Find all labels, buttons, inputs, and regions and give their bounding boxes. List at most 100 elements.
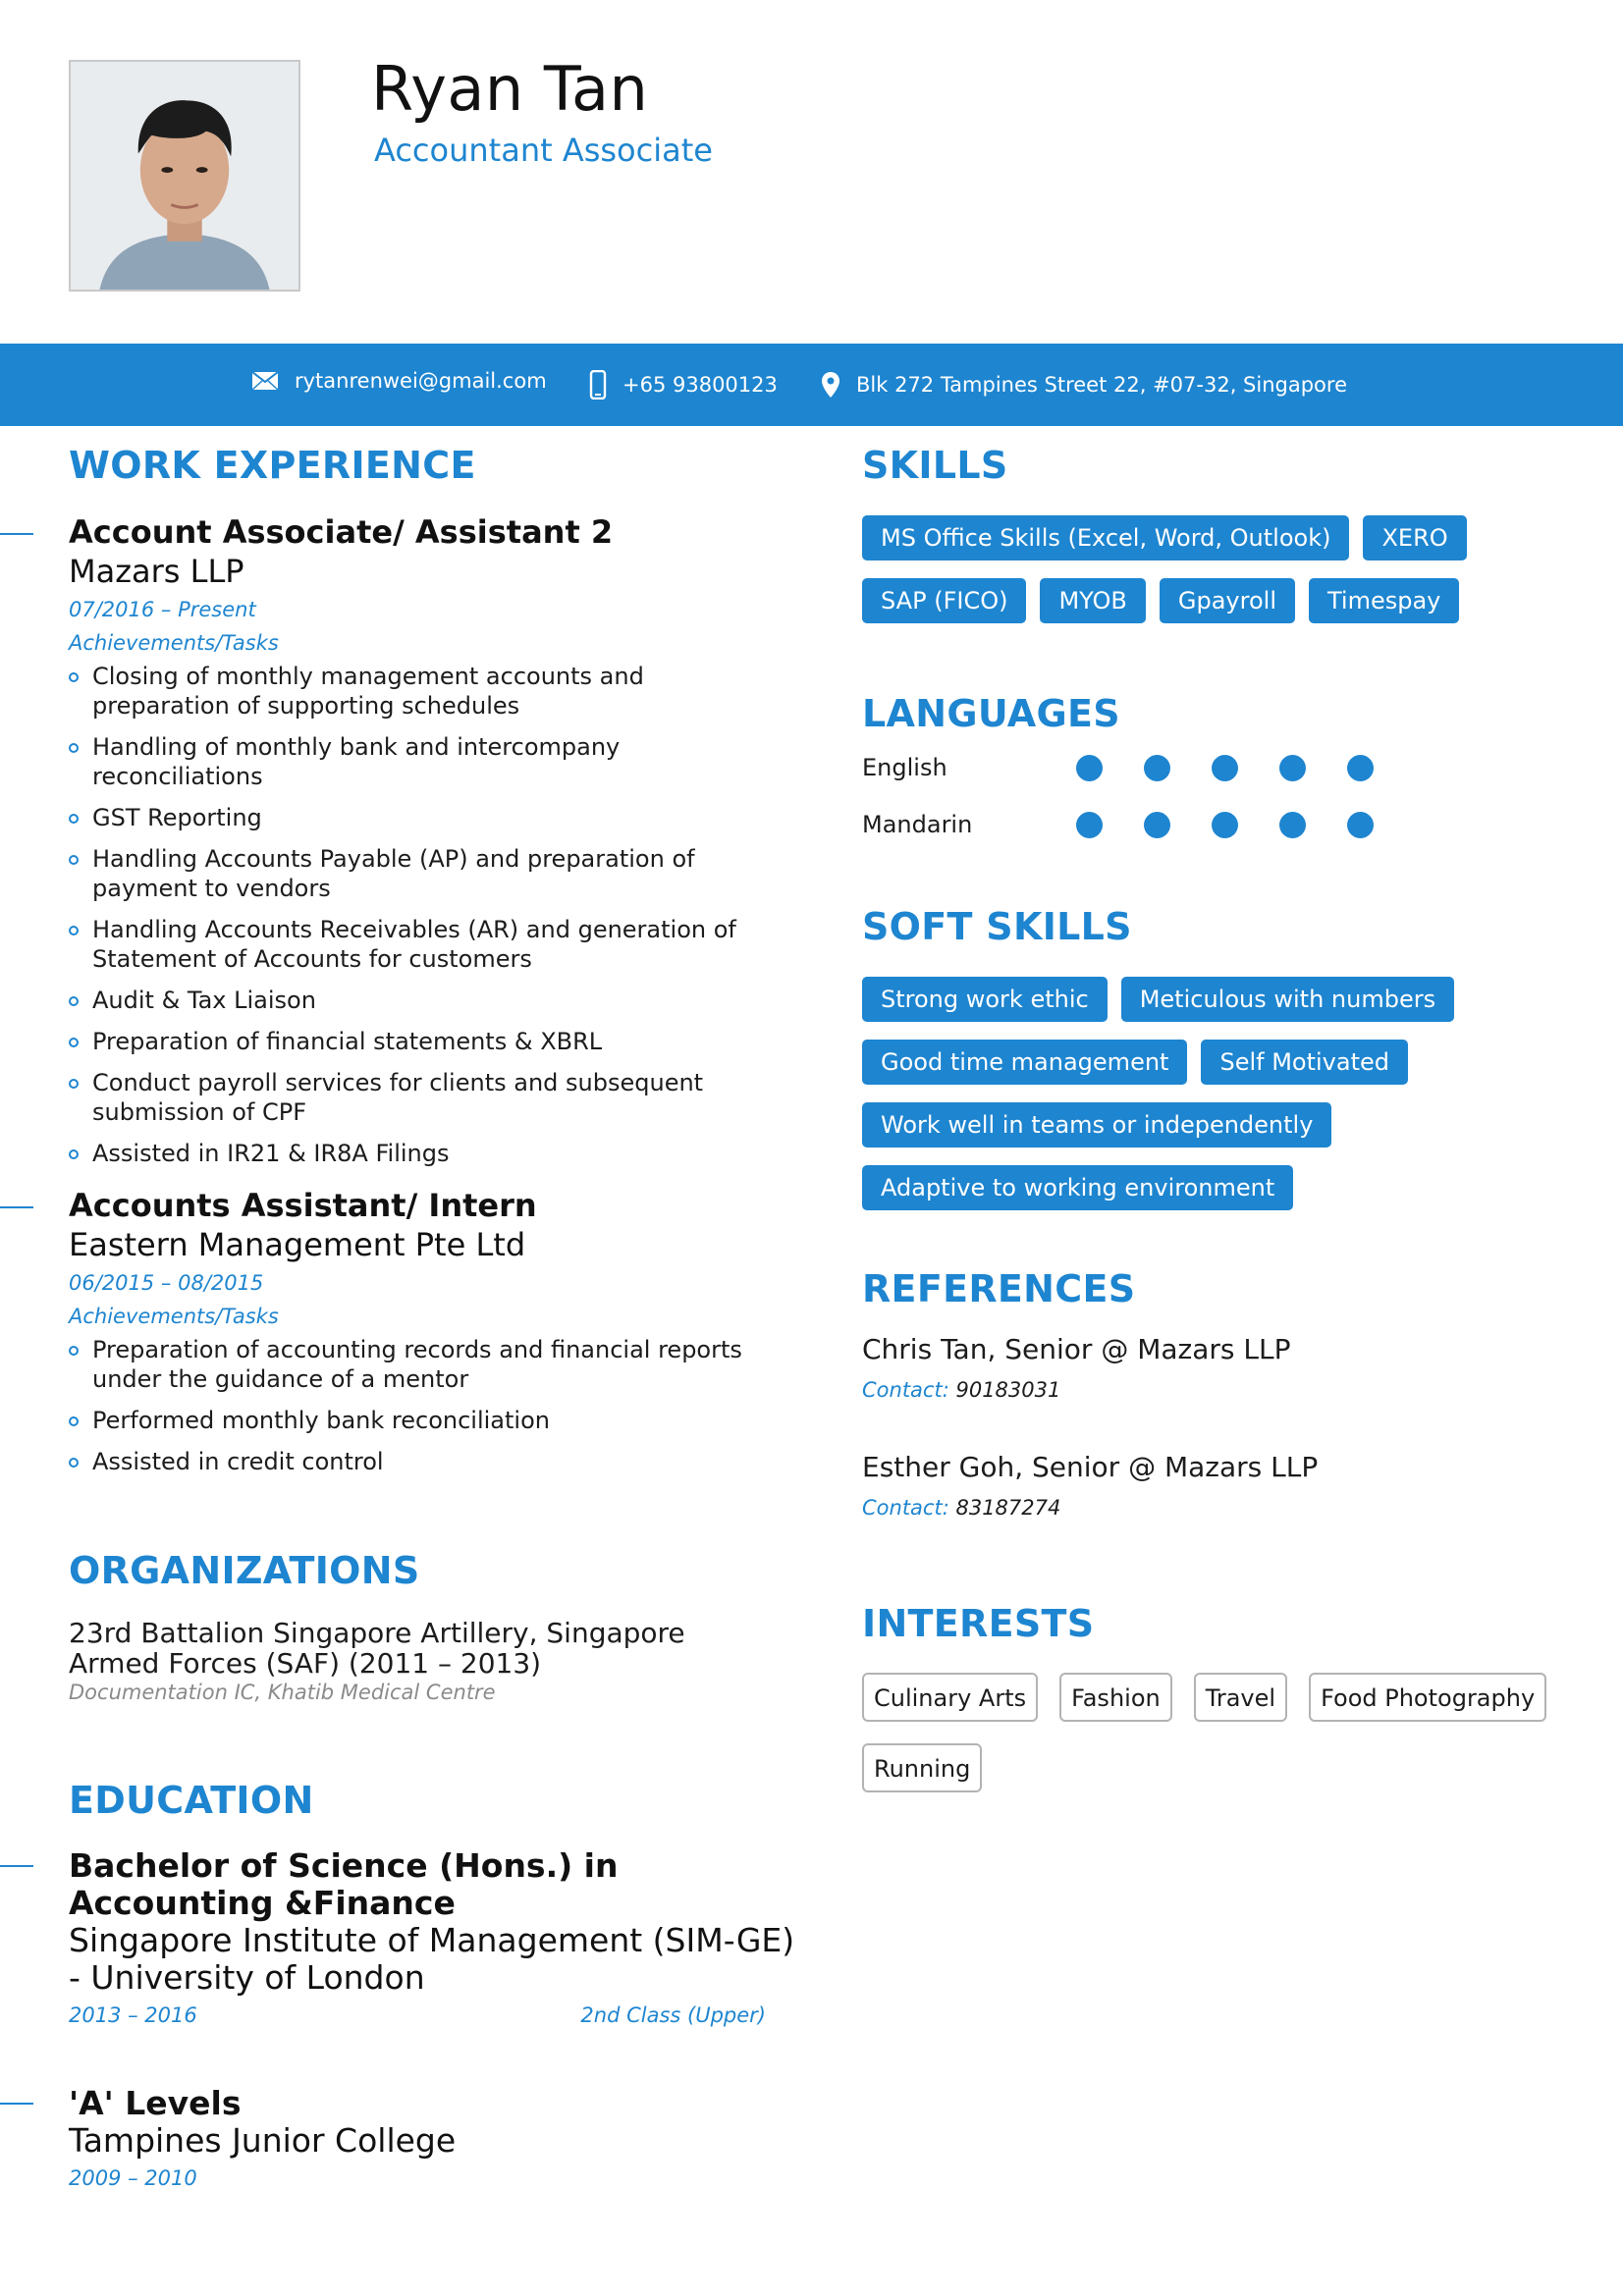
job-entry: Account Associate/ Assistant 2 Mazars LL… bbox=[69, 512, 776, 1180]
contact-address: Blk 272 Tampines Street 22, #07-32, Sing… bbox=[821, 344, 1347, 426]
achievements-label: Achievements/Tasks bbox=[69, 631, 279, 655]
work-experience-heading: WORK EXPERIENCE bbox=[69, 444, 476, 487]
task-list: Closing of monthly management accounts a… bbox=[69, 662, 776, 1168]
references-heading: REFERENCES bbox=[862, 1267, 1136, 1310]
organization-name: 23rd Battalion Singapore Artillery, Sing… bbox=[69, 1617, 685, 1680]
proficiency-dot bbox=[1347, 754, 1374, 781]
language-name: English bbox=[862, 754, 947, 781]
task-item: Performed monthly bank reconciliation bbox=[69, 1406, 776, 1435]
task-item: GST Reporting bbox=[69, 803, 776, 832]
languages-list: English Mandarin bbox=[862, 754, 1549, 872]
language-row: Mandarin bbox=[862, 811, 1415, 838]
phone-icon bbox=[589, 370, 607, 400]
timeline-marker bbox=[0, 2103, 33, 2105]
proficiency-dot bbox=[1347, 811, 1374, 838]
language-row: English bbox=[862, 754, 1415, 781]
interests-heading: INTERESTS bbox=[862, 1602, 1095, 1645]
soft-skill-tag: Adaptive to working environment bbox=[862, 1165, 1294, 1210]
task-item: Handling Accounts Receivables (AR) and g… bbox=[69, 915, 776, 974]
education-entry: Bachelor of Science (Hons.) in Accountin… bbox=[69, 1846, 794, 2030]
education-grade: 2nd Class (Upper) bbox=[580, 2003, 766, 2027]
education-date: 2013 – 2016 bbox=[69, 2003, 197, 2027]
soft-skill-tag: Meticulous with numbers bbox=[1120, 977, 1455, 1022]
task-list: Preparation of accounting records and fi… bbox=[69, 1335, 776, 1476]
email-text: rytanrenwei@gmail.com bbox=[295, 369, 547, 393]
achievements-label: Achievements/Tasks bbox=[69, 1305, 279, 1328]
task-item: Audit & Tax Liaison bbox=[69, 986, 776, 1015]
proficiency-dot bbox=[1076, 811, 1103, 838]
language-name: Mandarin bbox=[862, 811, 973, 838]
school-name: Singapore Institute of Management (SIM-G… bbox=[69, 1921, 795, 1997]
contact-band: rytanrenwei@gmail.com +65 93800123 Blk 2… bbox=[0, 344, 1623, 426]
organizations-heading: ORGANIZATIONS bbox=[69, 1549, 420, 1592]
timeline-marker bbox=[0, 1206, 33, 1208]
proficiency-dot bbox=[1076, 754, 1103, 781]
candidate-name: Ryan Tan bbox=[371, 53, 649, 125]
interests-tags: Culinary Arts Fashion Travel Food Photog… bbox=[862, 1673, 1569, 1814]
degree-title: Bachelor of Science (Hons.) in Accountin… bbox=[69, 1846, 619, 1922]
reference-entry: Chris Tan, Senior @ Mazars LLP Contact: … bbox=[862, 1332, 1549, 1405]
timeline-marker bbox=[0, 533, 33, 535]
skill-tag: XERO bbox=[1363, 515, 1467, 561]
job-company: Eastern Management Pte Ltd bbox=[69, 1226, 526, 1263]
soft-skills-tags: Strong work ethic Meticulous with number… bbox=[862, 977, 1490, 1228]
reference-name: Esther Goh, Senior @ Mazars LLP bbox=[862, 1451, 1319, 1483]
task-item: Preparation of financial statements & XB… bbox=[69, 1027, 776, 1056]
profile-photo-image bbox=[71, 62, 298, 290]
soft-skill-tag: Strong work ethic bbox=[862, 977, 1108, 1022]
skills-heading: SKILLS bbox=[862, 444, 1008, 487]
task-item: Handling Accounts Payable (AP) and prepa… bbox=[69, 844, 776, 903]
interest-tag: Culinary Arts bbox=[862, 1673, 1039, 1722]
timeline-marker bbox=[0, 1865, 33, 1867]
contact-label: Contact: bbox=[862, 1496, 949, 1520]
reference-entry: Esther Goh, Senior @ Mazars LLP Contact:… bbox=[862, 1450, 1549, 1522]
soft-skill-tag: Work well in teams or independently bbox=[862, 1102, 1332, 1148]
interest-tag: Running bbox=[862, 1743, 983, 1792]
skill-tag: MS Office Skills (Excel, Word, Outlook) bbox=[862, 515, 1350, 561]
proficiency-dot bbox=[1279, 811, 1306, 838]
proficiency-dot bbox=[1212, 754, 1238, 781]
organization-role: Documentation IC, Khatib Medical Centre bbox=[69, 1681, 496, 1704]
degree-title: 'A' Levels bbox=[69, 2084, 242, 2122]
skill-tag: MYOB bbox=[1040, 578, 1146, 623]
reference-contact: Contact: 90183031 bbox=[862, 1375, 1549, 1405]
envelope-icon bbox=[251, 371, 279, 391]
phone-text: +65 93800123 bbox=[622, 373, 778, 397]
location-pin-icon bbox=[822, 372, 839, 398]
skill-tag: Timespay bbox=[1309, 578, 1460, 623]
task-item: Conduct payroll services for clients and… bbox=[69, 1068, 776, 1127]
education-entry: 'A' Levels Tampines Junior College 2009 … bbox=[69, 2085, 776, 2193]
task-item: Assisted in credit control bbox=[69, 1447, 776, 1476]
languages-heading: LANGUAGES bbox=[862, 692, 1120, 735]
task-item: Assisted in IR21 & IR8A Filings bbox=[69, 1139, 776, 1168]
profile-photo bbox=[69, 60, 300, 292]
skill-tag: Gpayroll bbox=[1159, 578, 1295, 623]
organization-entry: 23rd Battalion Singapore Artillery, Sing… bbox=[69, 1618, 776, 1706]
skills-tags: MS Office Skills (Excel, Word, Outlook) … bbox=[862, 515, 1490, 641]
proficiency-dot bbox=[1279, 754, 1306, 781]
education-heading: EDUCATION bbox=[69, 1779, 314, 1822]
skill-tag: SAP (FICO) bbox=[862, 578, 1027, 623]
contact-email[interactable]: rytanrenwei@gmail.com bbox=[251, 340, 547, 422]
reference-contact: Contact: 83187274 bbox=[862, 1493, 1549, 1522]
soft-skills-heading: SOFT SKILLS bbox=[862, 905, 1132, 948]
education-date: 2009 – 2010 bbox=[69, 2166, 197, 2190]
job-company: Mazars LLP bbox=[69, 553, 244, 590]
interest-tag: Fashion bbox=[1059, 1673, 1172, 1722]
proficiency-dot bbox=[1144, 811, 1170, 838]
job-date: 06/2015 – 08/2015 bbox=[69, 1271, 264, 1295]
candidate-title: Accountant Associate bbox=[374, 132, 713, 169]
proficiency-dots bbox=[1076, 754, 1415, 781]
contact-number: 90183031 bbox=[955, 1378, 1061, 1402]
interest-tag: Travel bbox=[1193, 1673, 1288, 1722]
job-title: Accounts Assistant/ Intern bbox=[69, 1187, 537, 1224]
contact-phone[interactable]: +65 93800123 bbox=[589, 344, 778, 426]
task-item: Handling of monthly bank and intercompan… bbox=[69, 732, 776, 791]
address-text: Blk 272 Tampines Street 22, #07-32, Sing… bbox=[856, 373, 1347, 397]
proficiency-dot bbox=[1212, 811, 1238, 838]
proficiency-dots bbox=[1076, 811, 1415, 838]
contact-label: Contact: bbox=[862, 1378, 949, 1402]
job-entry: Accounts Assistant/ Intern Eastern Manag… bbox=[69, 1186, 776, 1488]
soft-skill-tag: Good time management bbox=[862, 1040, 1188, 1085]
soft-skill-tag: Self Motivated bbox=[1201, 1040, 1408, 1085]
